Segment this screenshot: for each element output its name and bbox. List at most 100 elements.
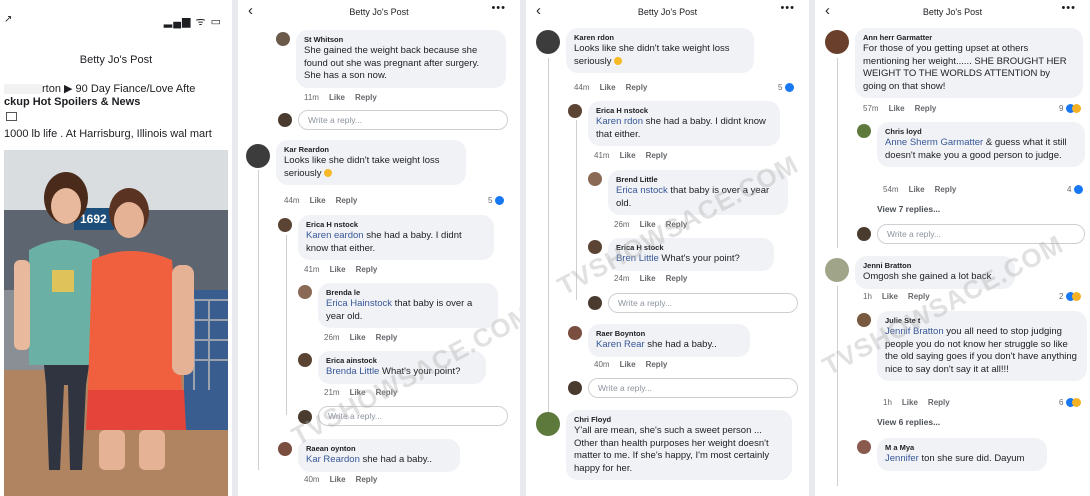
group-name-line2[interactable]: ckup Hot Spoilers & News <box>4 96 140 108</box>
mention-link[interactable]: Brenda Little <box>326 366 379 377</box>
avatar[interactable] <box>278 442 292 456</box>
commenter-name[interactable]: Erica H stock <box>616 243 766 253</box>
like-button[interactable]: Like <box>600 83 616 92</box>
commenter-name[interactable]: Erica H nstock <box>306 220 486 230</box>
avatar[interactable] <box>588 172 602 186</box>
reply-button[interactable]: Reply <box>336 196 358 205</box>
reply-button[interactable]: Reply <box>376 388 398 397</box>
more-options-icon[interactable]: ••• <box>1061 2 1076 14</box>
more-options-icon[interactable]: ••• <box>491 2 506 14</box>
commenter-name[interactable]: Jenni Bratton <box>863 261 1007 271</box>
view-replies-link[interactable]: View 7 replies... <box>877 204 940 214</box>
reaction-count[interactable]: 4 <box>1067 185 1083 195</box>
avatar[interactable] <box>278 218 292 232</box>
reply-button[interactable]: Reply <box>376 333 398 342</box>
avatar[interactable] <box>825 30 849 54</box>
commenter-name[interactable]: Kar Reardon <box>284 145 458 155</box>
reply-button[interactable]: Reply <box>626 83 648 92</box>
reaction-count[interactable]: 2 <box>1059 292 1081 302</box>
like-button[interactable]: Like <box>889 104 905 113</box>
like-button[interactable]: Like <box>350 388 366 397</box>
avatar[interactable] <box>276 32 290 46</box>
like-button[interactable]: Like <box>620 360 636 369</box>
like-button[interactable]: Like <box>882 292 898 301</box>
commenter-name[interactable]: Erica H nstock <box>596 106 772 116</box>
reply-button[interactable]: Reply <box>355 93 377 102</box>
mention-link[interactable]: Karen eardon <box>306 230 364 241</box>
thread-line <box>258 170 259 470</box>
avatar[interactable] <box>536 412 560 436</box>
reply-button[interactable]: Reply <box>356 265 378 274</box>
avatar[interactable] <box>298 285 312 299</box>
reply-input[interactable]: Write a reply... <box>318 406 508 426</box>
mention-link[interactable]: Jennifer <box>885 453 921 464</box>
like-button[interactable]: Like <box>640 220 656 229</box>
like-button[interactable]: Like <box>310 196 326 205</box>
mention-link[interactable]: Erica nstock <box>616 185 668 196</box>
reply-input[interactable]: Write a reply... <box>588 378 798 398</box>
commenter-name[interactable]: Chris loyd <box>885 127 1077 137</box>
like-button[interactable]: Like <box>330 265 346 274</box>
reply-button[interactable]: Reply <box>646 360 668 369</box>
reply-input[interactable]: Write a reply... <box>298 110 508 130</box>
thread-line <box>548 58 549 418</box>
reply-button[interactable]: Reply <box>935 185 957 194</box>
mention-link[interactable]: Jennif Bratton <box>885 326 944 337</box>
reaction-count[interactable]: 9 <box>1059 104 1081 114</box>
reply-button[interactable]: Reply <box>646 151 668 160</box>
reply-button[interactable]: Reply <box>666 274 688 283</box>
comment-bubble: Karen rdon Looks like she didn't take we… <box>566 28 754 73</box>
reply-button[interactable]: Reply <box>908 292 930 301</box>
group-name[interactable]: rton ▶ 90 Day Fiance/Love Afte <box>4 82 195 95</box>
reply-input[interactable]: Write a reply... <box>608 293 798 313</box>
commenter-name[interactable]: Raean oynton <box>306 444 452 454</box>
like-button[interactable]: Like <box>329 93 345 102</box>
avatar[interactable] <box>536 30 560 54</box>
commenter-name[interactable]: Brend Little <box>616 175 780 185</box>
reaction-count[interactable]: 5 <box>778 83 794 93</box>
commenter-name[interactable]: Ann herr Garmatter <box>863 33 1075 43</box>
reaction-count[interactable]: 5 <box>488 196 504 206</box>
reply-input[interactable]: Write a reply... <box>877 224 1085 244</box>
like-button[interactable]: Like <box>909 185 925 194</box>
avatar[interactable] <box>568 104 582 118</box>
commenter-name[interactable]: Raer Boynton <box>596 329 742 339</box>
comment-time: 11m <box>304 93 319 102</box>
reply-button[interactable]: Reply <box>928 398 950 407</box>
avatar[interactable] <box>588 240 602 254</box>
like-button[interactable]: Like <box>350 333 366 342</box>
mention-link[interactable]: Karen rdon <box>596 116 643 127</box>
reply-button[interactable]: Reply <box>666 220 688 229</box>
commenter-name[interactable]: St Whitson <box>304 35 498 45</box>
reply-bubble: Raean oynton Kar Reardon she had a baby.… <box>298 439 460 472</box>
mention-link[interactable]: Anne Sherm Garmatter <box>885 137 983 148</box>
commenter-name[interactable]: Erica ainstock <box>326 356 478 366</box>
post-photo[interactable]: 1692 <box>4 150 228 496</box>
commenter-name[interactable]: Brenda le <box>326 288 490 298</box>
mention-link[interactable]: Karen Rear <box>596 339 647 350</box>
reply-button[interactable]: Reply <box>915 104 937 113</box>
view-replies-link[interactable]: View 6 replies... <box>877 417 940 427</box>
commenter-name[interactable]: Chri Floyd <box>574 415 784 425</box>
reply-button[interactable]: Reply <box>356 475 378 484</box>
like-button[interactable]: Like <box>620 151 636 160</box>
commenter-name[interactable]: M a Mya <box>885 443 1039 453</box>
avatar[interactable] <box>568 326 582 340</box>
commenter-name[interactable]: Karen rdon <box>574 33 746 43</box>
commenter-name[interactable]: Julie Ste t <box>885 316 1079 326</box>
avatar[interactable] <box>857 124 871 138</box>
avatar[interactable] <box>298 353 312 367</box>
mention-link[interactable]: Erica Hainstock <box>326 298 392 309</box>
reaction-count[interactable]: 6 <box>1059 398 1081 408</box>
like-button[interactable]: Like <box>902 398 918 407</box>
reply-bubble: Erica ainstock Brenda Little What's your… <box>318 351 486 384</box>
mention-link[interactable]: Kar Reardon <box>306 454 360 465</box>
avatar[interactable] <box>857 440 871 454</box>
avatar[interactable] <box>246 144 270 168</box>
more-options-icon[interactable]: ••• <box>780 2 795 14</box>
mention-link[interactable]: Bren Little <box>616 253 659 264</box>
avatar[interactable] <box>825 258 849 282</box>
like-button[interactable]: Like <box>330 475 346 484</box>
avatar[interactable] <box>857 313 871 327</box>
like-button[interactable]: Like <box>640 274 656 283</box>
